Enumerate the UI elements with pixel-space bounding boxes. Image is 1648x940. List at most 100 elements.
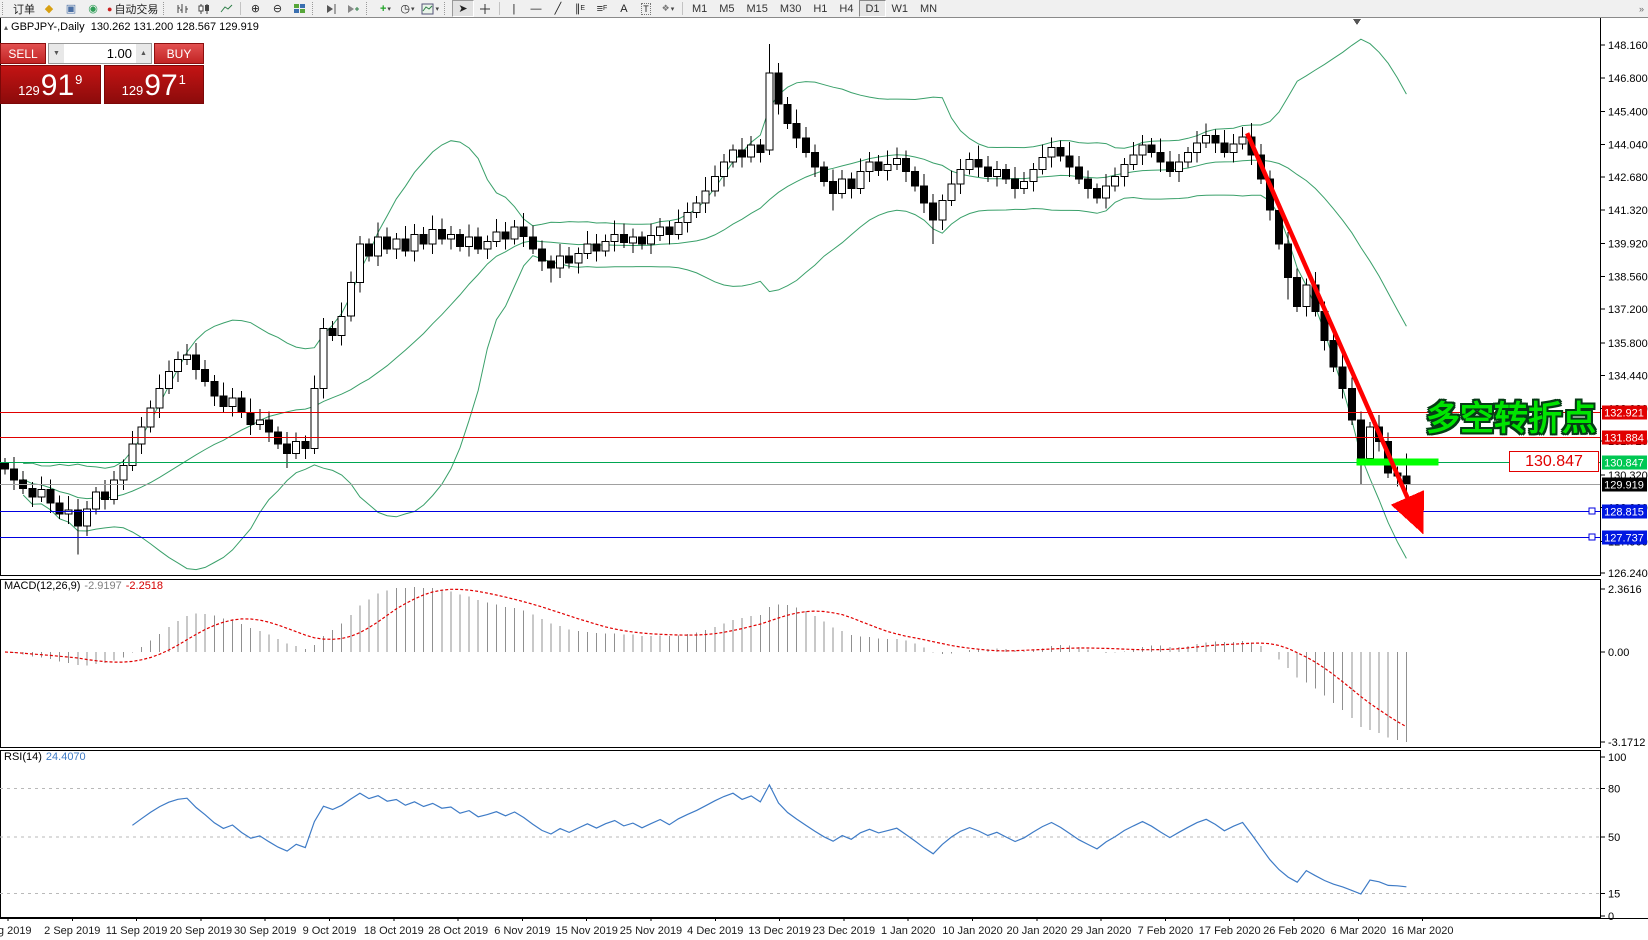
text-icon[interactable]: A <box>613 0 635 17</box>
periods-icon[interactable]: ◷▾ <box>396 0 418 17</box>
timeframe-M15[interactable]: M15 <box>741 0 774 17</box>
svg-text:25 Nov 2019: 25 Nov 2019 <box>620 925 682 937</box>
svg-text:145.400: 145.400 <box>1608 106 1648 118</box>
toolbar-grip <box>444 2 448 15</box>
svg-text:6 Nov 2019: 6 Nov 2019 <box>494 925 550 937</box>
bollinger-bands <box>23 39 1406 569</box>
zoom-out-icon[interactable]: ⊖ <box>266 0 288 17</box>
svg-text:13 Dec 2019: 13 Dec 2019 <box>748 925 810 937</box>
svg-text:17 Feb 2020: 17 Feb 2020 <box>1199 925 1261 937</box>
toolbar-separator <box>240 2 241 15</box>
timeframe-M1[interactable]: M1 <box>686 0 713 17</box>
timeframe-W1[interactable]: W1 <box>886 0 915 17</box>
timeframe-H1[interactable]: H1 <box>807 0 833 17</box>
horizontal-line-icon[interactable]: — <box>525 0 547 17</box>
volume-decrease-button[interactable]: ▼ <box>49 44 64 63</box>
svg-text:127.737: 127.737 <box>1604 533 1644 545</box>
turning-point-annotation[interactable]: 多空转折点 <box>1426 391 1596 440</box>
svg-text:2 Sep 2019: 2 Sep 2019 <box>44 925 100 937</box>
support-highlight-bar[interactable] <box>1356 459 1438 466</box>
svg-text:137.200: 137.200 <box>1608 304 1648 316</box>
svg-text:7 Feb 2020: 7 Feb 2020 <box>1138 925 1194 937</box>
svg-text:-3.1712: -3.1712 <box>1608 737 1645 749</box>
svg-text:30 Sep 2019: 30 Sep 2019 <box>234 925 296 937</box>
rsi-label: RSI(14)24.4070 <box>4 751 86 763</box>
arrows-icon[interactable]: ❖▾ <box>657 0 679 17</box>
svg-text:129.919: 129.919 <box>1604 480 1644 492</box>
text-label-icon[interactable]: T <box>635 0 657 17</box>
chart-info-line: ▴GBPJPY-,Daily 130.262 131.200 128.567 1… <box>4 21 259 33</box>
toolbar-grip <box>2 2 6 15</box>
vertical-line-icon[interactable]: | <box>503 0 525 17</box>
timeframe-MN[interactable]: MN <box>914 0 943 17</box>
candles-layer <box>2 44 1410 555</box>
tile-windows-icon[interactable] <box>288 0 310 17</box>
svg-text:134.440: 134.440 <box>1608 371 1648 383</box>
svg-text:132.921: 132.921 <box>1604 408 1644 420</box>
svg-text:148.160: 148.160 <box>1608 40 1648 52</box>
timeframe-M5[interactable]: M5 <box>713 0 740 17</box>
volume-box: ▼ ▲ <box>48 43 152 64</box>
community-icon[interactable]: ◉ <box>82 0 104 17</box>
candlestick-chart-icon[interactable] <box>193 0 215 17</box>
svg-text:142.680: 142.680 <box>1608 172 1648 184</box>
downtrend-arrow[interactable] <box>1247 133 1418 522</box>
autotrade-button[interactable]: ●自动交易 <box>104 1 161 16</box>
autotrade-icon: ● <box>107 4 112 14</box>
zoom-in-icon[interactable]: ⊕ <box>244 0 266 17</box>
svg-text:131.884: 131.884 <box>1604 433 1644 445</box>
chart-shift-marker[interactable] <box>1353 19 1361 25</box>
ohlc-values: 130.262 131.200 128.567 129.919 <box>91 21 259 33</box>
line-chart-icon[interactable] <box>215 0 237 17</box>
svg-text:144.040: 144.040 <box>1608 139 1648 151</box>
volume-input[interactable] <box>64 44 136 63</box>
svg-text:16 Mar 2020: 16 Mar 2020 <box>1392 925 1454 937</box>
crosshair-icon[interactable] <box>474 0 496 17</box>
volume-increase-button[interactable]: ▲ <box>136 44 151 63</box>
svg-text:138.560: 138.560 <box>1608 271 1648 283</box>
svg-text:4 Dec 2019: 4 Dec 2019 <box>687 925 743 937</box>
deposit-icon[interactable]: ◆ <box>38 0 60 17</box>
profile-icon[interactable]: ▣ <box>60 0 82 17</box>
svg-text:128.815: 128.815 <box>1604 507 1644 519</box>
bar-chart-icon[interactable] <box>171 0 193 17</box>
new-order-button[interactable]: 订单 <box>10 1 38 16</box>
chart-icon: ▴ <box>4 23 8 32</box>
toolbar-separator <box>499 2 500 15</box>
buy-button[interactable]: BUY <box>154 43 204 64</box>
svg-text:23 Dec 2019: 23 Dec 2019 <box>813 925 875 937</box>
buy-price-base: 129 <box>122 83 144 98</box>
overflow-chevron-icon[interactable]: » <box>1639 4 1644 14</box>
buy-price-big: 97 <box>144 71 177 101</box>
buy-price[interactable]: 129 97 1 <box>104 65 205 104</box>
add-indicator-icon[interactable]: +▾ <box>374 0 396 17</box>
svg-text:29 Jan 2020: 29 Jan 2020 <box>1071 925 1132 937</box>
timeframe-D1[interactable]: D1 <box>859 0 885 17</box>
sell-price[interactable]: 129 91 9 <box>0 65 101 104</box>
timeframe-H4[interactable]: H4 <box>833 0 859 17</box>
timeframe-M30[interactable]: M30 <box>774 0 807 17</box>
trendline-icon[interactable]: ╱ <box>547 0 569 17</box>
svg-text:15: 15 <box>1608 889 1620 901</box>
timeframe-bar: M1M5M15M30H1H4D1W1MN <box>686 0 943 17</box>
svg-text:80: 80 <box>1608 783 1620 795</box>
chart-shift-icon[interactable] <box>320 0 342 17</box>
sell-price-base: 129 <box>18 83 40 98</box>
fibonacci-icon[interactable]: ≡F <box>591 0 613 17</box>
price-callout-box[interactable]: 130.847 <box>1509 451 1599 472</box>
cursor-icon[interactable]: ➤ <box>452 0 474 17</box>
svg-text:26 Feb 2020: 26 Feb 2020 <box>1263 925 1325 937</box>
channel-icon[interactable]: ∥E <box>569 0 591 17</box>
svg-text:135.800: 135.800 <box>1608 338 1648 350</box>
templates-icon[interactable]: ▾ <box>418 0 442 17</box>
toolbar-separator <box>682 2 683 15</box>
svg-text:20 Sep 2019: 20 Sep 2019 <box>170 925 232 937</box>
svg-text:9 Oct 2019: 9 Oct 2019 <box>303 925 357 937</box>
sell-button[interactable]: SELL <box>0 43 46 64</box>
svg-text:11 Sep 2019: 11 Sep 2019 <box>106 925 168 937</box>
svg-text:15 Nov 2019: 15 Nov 2019 <box>556 925 618 937</box>
svg-text:0.00: 0.00 <box>1608 647 1629 659</box>
date-axis: Aug 20192 Sep 201911 Sep 201920 Sep 2019… <box>0 918 1453 937</box>
auto-scroll-icon[interactable] <box>342 0 364 17</box>
symbol-period-label: GBPJPY-,Daily <box>11 21 85 33</box>
